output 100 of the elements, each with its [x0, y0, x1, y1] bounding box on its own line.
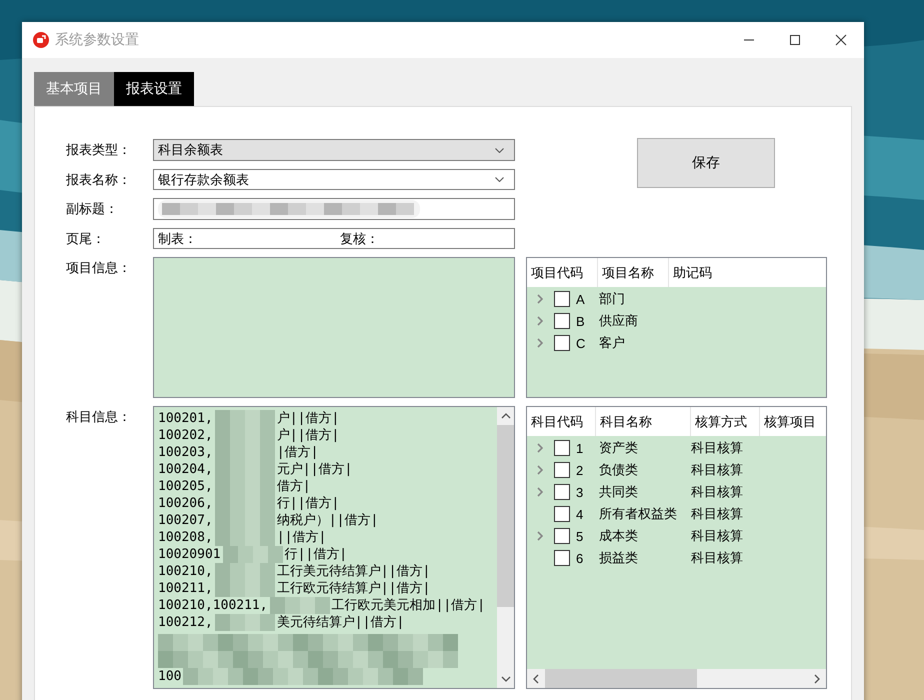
tab[interactable]: 报表设置	[114, 72, 194, 106]
checkbox[interactable]	[554, 550, 570, 566]
text-line: 10020901	[158, 546, 221, 563]
tree-cell: 科目核算	[691, 483, 743, 501]
tree-cell-text: 成本类	[599, 527, 639, 545]
text-line: |借方|	[276, 444, 318, 461]
tab[interactable]: 基本项目	[34, 72, 114, 106]
tree-cell: 科目核算	[691, 549, 743, 567]
text-line: 工行美元待结算户||借方|	[276, 563, 430, 580]
tree-cell-text: 资产类	[599, 439, 639, 457]
column-header[interactable]: 科目代码	[527, 407, 596, 436]
text-line: 借方|	[276, 478, 311, 495]
tree-cell-text: C	[575, 336, 586, 350]
close-icon	[835, 34, 847, 46]
scroll-thumb[interactable]	[497, 425, 514, 607]
tree-cell: 科目核算	[691, 439, 743, 457]
blurred-region	[214, 427, 275, 444]
blurred-region	[222, 546, 283, 563]
dropdown[interactable]: 银行存款余额表	[153, 169, 515, 190]
field-label: 页尾：	[66, 230, 106, 248]
vertical-scrollbar[interactable]	[497, 407, 514, 688]
window-title: 系统参数设置	[55, 31, 139, 49]
text-line: 100212,	[158, 614, 213, 631]
checkbox[interactable]	[554, 484, 570, 500]
checkbox[interactable]	[554, 335, 570, 351]
tree-cell-text: 1	[575, 440, 584, 456]
blurred-region	[214, 410, 275, 427]
checkbox[interactable]	[554, 462, 570, 478]
tree-cell: 供应商	[599, 312, 638, 330]
checkbox[interactable]	[554, 291, 570, 307]
blurred-region	[214, 512, 275, 529]
chevron-down-icon	[495, 177, 504, 182]
text-line: 工行欧元美元相加||借方|	[332, 597, 486, 614]
tree-cell: 科目核算	[691, 505, 743, 523]
scroll-down-icon	[500, 676, 510, 682]
tree-cell-text: 5	[575, 528, 584, 544]
column-header[interactable]: 项目名称	[598, 258, 669, 287]
input-field[interactable]	[153, 198, 515, 220]
blurred-region	[214, 580, 275, 597]
scroll-up-icon	[500, 413, 510, 419]
text-line: 100203,	[158, 444, 213, 461]
tree-cell-text: 4	[575, 506, 584, 522]
tree-cell-text: A	[575, 292, 586, 306]
text-line: ||借方|	[276, 529, 326, 546]
checkbox[interactable]	[554, 440, 570, 456]
maximize-icon	[789, 34, 801, 46]
checkbox[interactable]	[554, 528, 570, 544]
tree-cell-text: 3	[575, 484, 584, 500]
text-line: 户||借方|	[276, 410, 340, 427]
text-line: 100210,	[158, 563, 213, 580]
checkbox[interactable]	[554, 313, 570, 329]
tree-cell-text: 负债类	[599, 461, 639, 479]
scroll-thumb[interactable]	[545, 669, 697, 688]
text-line: 100204,	[158, 461, 213, 478]
text-line: 纳税户）||借方|	[276, 512, 378, 529]
column-header[interactable]: 科目名称	[596, 407, 691, 436]
text-line: 100210,100211,	[158, 597, 268, 614]
blurred-region	[214, 495, 275, 512]
text-line: 100205,	[158, 478, 213, 495]
column-header[interactable]: 项目代码	[527, 258, 598, 287]
blurred-region	[214, 444, 275, 461]
tree-cell: 科目核算	[691, 527, 743, 545]
tree-cell-text: B	[575, 314, 586, 328]
text-line: 户||借方|	[276, 427, 340, 444]
checkbox[interactable]	[554, 506, 570, 522]
blurred-region	[214, 529, 275, 546]
text-line: 100207,	[158, 512, 213, 529]
field-label: 项目信息：	[66, 259, 132, 277]
input-field[interactable]: 制表： 复核：	[153, 228, 515, 249]
tree-cell-text: 6	[575, 550, 584, 566]
column-header[interactable]: 核算项目	[760, 407, 816, 436]
scroll-left-icon	[533, 674, 539, 684]
field-label: 报表名称：	[66, 171, 132, 189]
tree-cell: 客户	[599, 334, 625, 352]
column-header[interactable]: 核算方式	[691, 407, 760, 436]
text-line: 行||借方|	[276, 495, 340, 512]
blurred-region	[214, 478, 275, 495]
field-label: 科目信息：	[66, 408, 132, 426]
save-button[interactable]: 保存	[637, 138, 775, 188]
text-line: 100201,	[158, 410, 213, 427]
field-label: 副标题：	[66, 200, 119, 218]
blurred-region	[270, 597, 330, 614]
app-logo-icon	[33, 32, 49, 48]
text-line: 工行欧元待结算户||借方|	[276, 580, 430, 597]
text-line: 100	[158, 668, 182, 685]
column-header[interactable]: 助记码	[669, 258, 716, 287]
blurred-region	[214, 614, 275, 631]
text-line: 元户||借方|	[276, 461, 352, 478]
text-area[interactable]	[153, 406, 515, 689]
horizontal-scrollbar[interactable]	[527, 669, 826, 688]
blurred-region	[214, 461, 275, 478]
text-line: 100211,	[158, 580, 213, 597]
text-line: 100208,	[158, 529, 213, 546]
text-line: 100202,	[158, 427, 213, 444]
tree-cell-text: 所有者权益类	[599, 505, 678, 523]
tree-cell: 部门	[599, 290, 625, 308]
blurred-region	[214, 563, 275, 580]
field-label: 报表类型：	[66, 141, 132, 159]
tree-cell-text: 共同类	[599, 483, 639, 501]
scroll-right-icon	[814, 674, 820, 684]
